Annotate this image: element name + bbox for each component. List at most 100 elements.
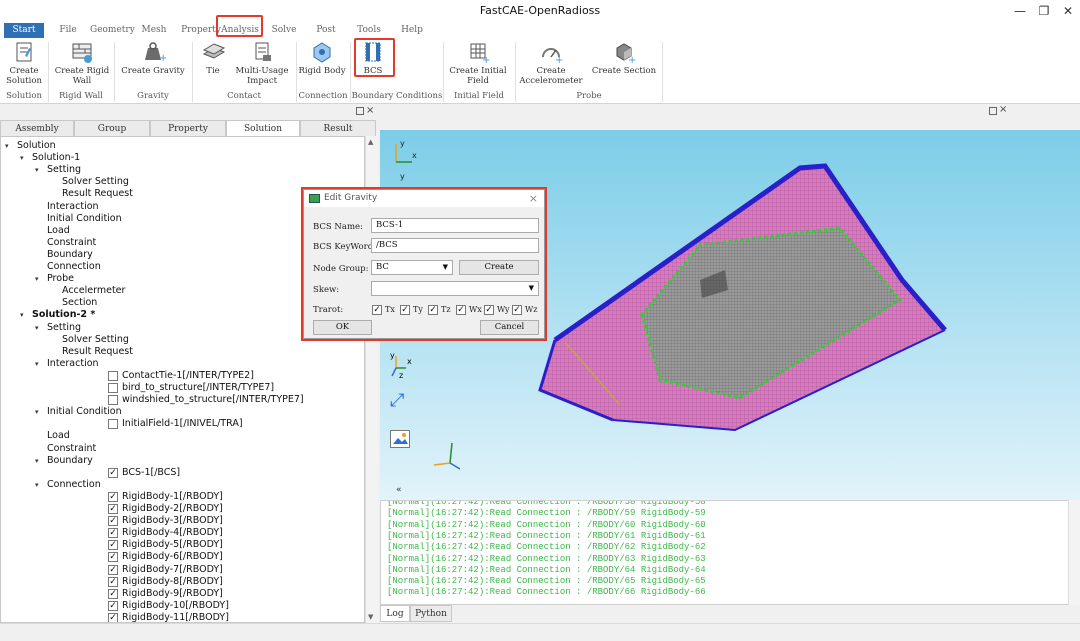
tree-checkbox[interactable] — [108, 383, 118, 393]
expand-arrow-icon[interactable]: ▾ — [35, 455, 39, 467]
expand-arrow-icon[interactable]: ▾ — [5, 140, 9, 152]
tree-checkbox[interactable] — [108, 419, 118, 430]
tree-item[interactable]: bird_to_structure[/INTER/TYPE7] — [122, 382, 274, 394]
trarot-checkbox-wy[interactable]: ✓ — [484, 305, 494, 315]
tab-geometry[interactable]: Geometry — [90, 23, 135, 38]
dialog-close-icon[interactable]: × — [529, 190, 538, 207]
tab-start[interactable]: Start — [4, 23, 44, 38]
expand-arrow-icon[interactable]: ▾ — [20, 309, 24, 321]
trarot-checkbox-tx[interactable]: ✓ — [372, 305, 382, 315]
trarot-checkbox-tz[interactable]: ✓ — [428, 305, 438, 315]
screenshot-icon[interactable] — [390, 430, 410, 448]
tree-item[interactable]: RigidBody-5[/RBODY] — [122, 539, 223, 551]
tree-item[interactable]: Accelermeter — [62, 285, 125, 297]
tree-item[interactable]: Result Request — [62, 188, 133, 200]
tree-checkbox[interactable]: ✓ — [108, 528, 118, 539]
expand-arrow-icon[interactable]: ▾ — [35, 479, 39, 491]
ok-button[interactable]: OK — [313, 320, 372, 335]
tree-item[interactable]: ContactTie-1[/INTER/TYPE2] — [122, 370, 254, 382]
tree-item[interactable]: Solution-1 — [32, 152, 80, 164]
tie-button[interactable]: Tie — [198, 40, 228, 76]
tree-item[interactable]: Initial Condition — [47, 213, 122, 225]
tree-item[interactable]: RigidBody-3[/RBODY] — [122, 515, 223, 527]
create-button[interactable]: Create — [459, 260, 539, 275]
tab-file[interactable]: File — [54, 23, 82, 38]
tree-item[interactable]: Interaction — [47, 358, 99, 370]
tree-item[interactable]: Constraint — [47, 443, 96, 455]
tab-analysis[interactable]: Analysis — [219, 23, 261, 38]
tree-item[interactable]: Constraint — [47, 237, 96, 249]
tab-result[interactable]: Result — [300, 120, 376, 136]
tab-log[interactable]: Log — [380, 605, 410, 622]
tree-item[interactable]: Section — [62, 297, 97, 309]
tree-checkbox[interactable]: ✓ — [108, 552, 118, 563]
skew-select[interactable]: ▼ — [371, 281, 539, 296]
close-view-icon[interactable]: × — [999, 104, 1007, 115]
trarot-checkbox-ty[interactable]: ✓ — [400, 305, 410, 315]
create-initial-field-button[interactable]: + Create Initial Field — [444, 40, 512, 86]
tree-item[interactable]: Solution — [17, 140, 56, 152]
tree-checkbox[interactable]: ✓ — [108, 576, 118, 587]
view-xyz-icon[interactable]: y xz — [386, 350, 416, 383]
node-group-select[interactable]: BC ▼ — [371, 260, 453, 275]
create-rigid-wall-button[interactable]: Create Rigid Wall — [52, 40, 112, 86]
expand-arrow-icon[interactable]: ▾ — [35, 273, 39, 285]
tree-item[interactable]: RigidBody-6[/RBODY] — [122, 551, 223, 563]
tree-item[interactable]: RigidBody-9[/RBODY] — [122, 588, 223, 600]
tree-item[interactable]: Connection — [47, 479, 101, 491]
bcs-name-input[interactable]: BCS-1 — [371, 218, 539, 233]
log-console[interactable]: [Normal](16:27:42):Read Connection : /RB… — [380, 500, 1080, 605]
tree-item[interactable]: windshied_to_structure[/INTER/TYPE7] — [122, 394, 304, 406]
create-section-button[interactable]: + Create Section — [588, 40, 660, 76]
console-scrollbar[interactable] — [1068, 500, 1080, 605]
tree-checkbox[interactable] — [108, 370, 118, 381]
close-icon[interactable]: ✕ — [1056, 2, 1080, 20]
tree-item[interactable]: Solution-2 * — [32, 309, 95, 321]
fit-view-icon[interactable]: ⤢ — [390, 390, 404, 411]
create-solution-button[interactable]: Create Solution — [3, 40, 45, 86]
minimize-icon[interactable]: — — [1008, 2, 1032, 20]
tree-item[interactable]: Connection — [47, 261, 101, 273]
float-icon[interactable] — [356, 107, 364, 115]
tree-checkbox[interactable]: ✓ — [108, 588, 118, 599]
tree-checkbox[interactable]: ✓ — [108, 540, 118, 551]
collapse-tools-icon[interactable]: « — [396, 485, 402, 495]
tree-item[interactable]: Probe — [47, 273, 74, 285]
expand-arrow-icon[interactable]: ▾ — [35, 406, 39, 418]
rigid-body-button[interactable]: Rigid Body — [297, 40, 347, 76]
tree-item[interactable]: Load — [47, 430, 70, 442]
tree-item[interactable]: Setting — [47, 322, 81, 334]
tree-item[interactable]: Result Request — [62, 346, 133, 358]
trarot-checkbox-wz[interactable]: ✓ — [512, 305, 522, 315]
tree-item[interactable]: Interaction — [47, 201, 99, 213]
tree-checkbox[interactable]: ✓ — [108, 491, 118, 502]
tab-tools[interactable]: Tools — [354, 23, 384, 38]
tree-item[interactable]: Boundary — [47, 249, 93, 261]
bcs-button[interactable]: BCS — [358, 40, 388, 76]
tab-python[interactable]: Python — [410, 605, 452, 622]
tree-item[interactable]: Solver Setting — [62, 176, 129, 188]
tree-checkbox[interactable]: ✓ — [108, 612, 118, 622]
create-gravity-button[interactable]: + Create Gravity — [120, 40, 186, 76]
tab-group[interactable]: Group — [74, 120, 150, 136]
tab-assembly[interactable]: Assembly — [0, 120, 74, 136]
tree-checkbox[interactable]: ✓ — [108, 467, 118, 478]
expand-arrow-icon[interactable]: ▾ — [20, 152, 24, 164]
tree-item[interactable]: Load — [47, 225, 70, 237]
tab-help[interactable]: Help — [398, 23, 426, 38]
tree-item[interactable]: BCS-1[/BCS] — [122, 467, 180, 479]
tree-item[interactable]: Boundary — [47, 455, 93, 467]
tab-solve[interactable]: Solve — [268, 23, 300, 38]
tree-item[interactable]: RigidBody-2[/RBODY] — [122, 503, 223, 515]
tree-checkbox[interactable]: ✓ — [108, 516, 118, 527]
trarot-checkbox-wx[interactable]: ✓ — [456, 305, 466, 315]
tree-item[interactable]: RigidBody-11[/RBODY] — [122, 612, 229, 622]
expand-arrow-icon[interactable]: ▾ — [35, 322, 39, 334]
keyword-input[interactable]: /BCS — [371, 238, 539, 253]
tree-item[interactable]: Initial Condition — [47, 406, 122, 418]
restore-icon[interactable]: ❐ — [1032, 2, 1056, 20]
scroll-down-icon[interactable]: ▼ — [368, 613, 373, 621]
tree-item[interactable]: RigidBody-10[/RBODY] — [122, 600, 229, 612]
tab-post[interactable]: Post — [312, 23, 340, 38]
expand-arrow-icon[interactable]: ▾ — [35, 164, 39, 176]
